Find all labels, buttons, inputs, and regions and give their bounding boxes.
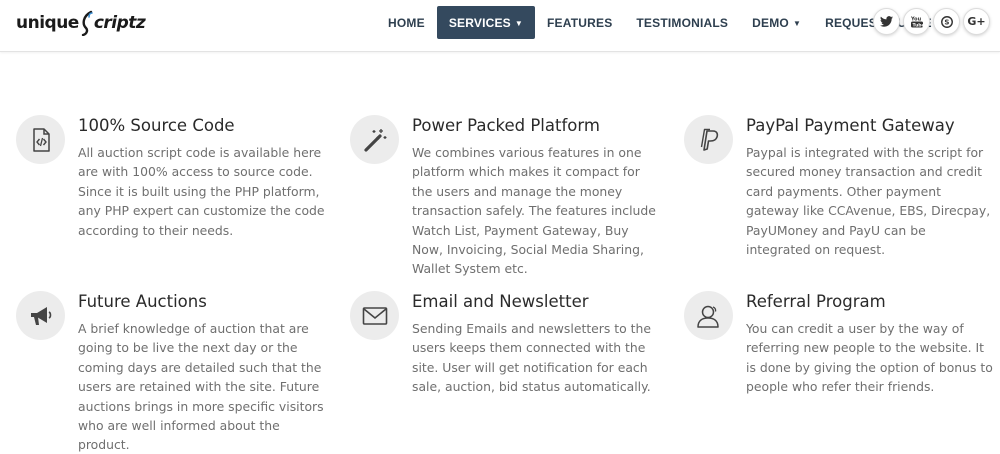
feature-title: PayPal Payment Gateway (746, 116, 955, 135)
nav-services-label: SERVICES (448, 15, 511, 30)
chevron-down-icon: ▼ (792, 19, 802, 28)
feature-description: A brief knowledge of auction that are go… (78, 321, 324, 453)
logo-text-part1: unique (16, 13, 79, 33)
nav-testimonials-label: TESTIMONIALS (636, 15, 729, 30)
nav-features[interactable]: FEATURES (535, 6, 624, 39)
nav-testimonials[interactable]: TESTIMONIALS (624, 6, 740, 39)
skype-icon[interactable]: S (933, 8, 960, 35)
youtube-icon[interactable]: You Tube (903, 8, 930, 35)
nav-demo[interactable]: DEMO ▼ (740, 6, 813, 39)
chevron-down-icon: ▼ (514, 19, 524, 28)
logo-swoosh-icon (80, 10, 94, 37)
feature-description: All auction script code is available her… (78, 145, 325, 238)
svg-text:S: S (944, 18, 949, 26)
feature-description: Sending Emails and newsletters to the us… (412, 321, 651, 395)
feature-title: Referral Program (746, 292, 886, 311)
feature-title: Future Auctions (78, 292, 207, 311)
magic-wand-icon (350, 115, 399, 164)
feature-description: We combines various features in one plat… (412, 145, 656, 277)
svg-text:Tube: Tube (912, 22, 924, 28)
user-referral-icon (684, 291, 733, 340)
feature-description: Paypal is integrated with the script for… (746, 145, 991, 258)
site-header: unique criptz HOME SERVICES ▼ FEATURES T… (0, 0, 1000, 52)
nav-services[interactable]: SERVICES ▼ (436, 6, 536, 39)
feature-title: Power Packed Platform (412, 116, 600, 135)
feature-title: 100% Source Code (78, 116, 235, 135)
logo-text-part2: criptz (93, 13, 146, 33)
social-links: You Tube S G+ (873, 8, 993, 35)
code-file-icon (16, 115, 65, 164)
google-plus-icon[interactable]: G+ (963, 8, 990, 35)
nav-home[interactable]: HOME (376, 6, 437, 39)
nav-demo-label: DEMO (752, 15, 789, 30)
nav-home-label: HOME (388, 15, 425, 30)
paypal-icon (684, 115, 733, 164)
twitter-icon[interactable] (873, 8, 900, 35)
feature-title: Email and Newsletter (412, 292, 589, 311)
main-nav: HOME SERVICES ▼ FEATURES TESTIMONIALS DE… (376, 6, 944, 39)
megaphone-icon (16, 291, 65, 340)
feature-description: You can credit a user by the way of refe… (746, 321, 993, 395)
google-plus-text: G+ (967, 15, 986, 28)
envelope-icon (350, 291, 399, 340)
nav-features-label: FEATURES (547, 15, 613, 30)
brand-logo[interactable]: unique criptz (16, 8, 146, 38)
